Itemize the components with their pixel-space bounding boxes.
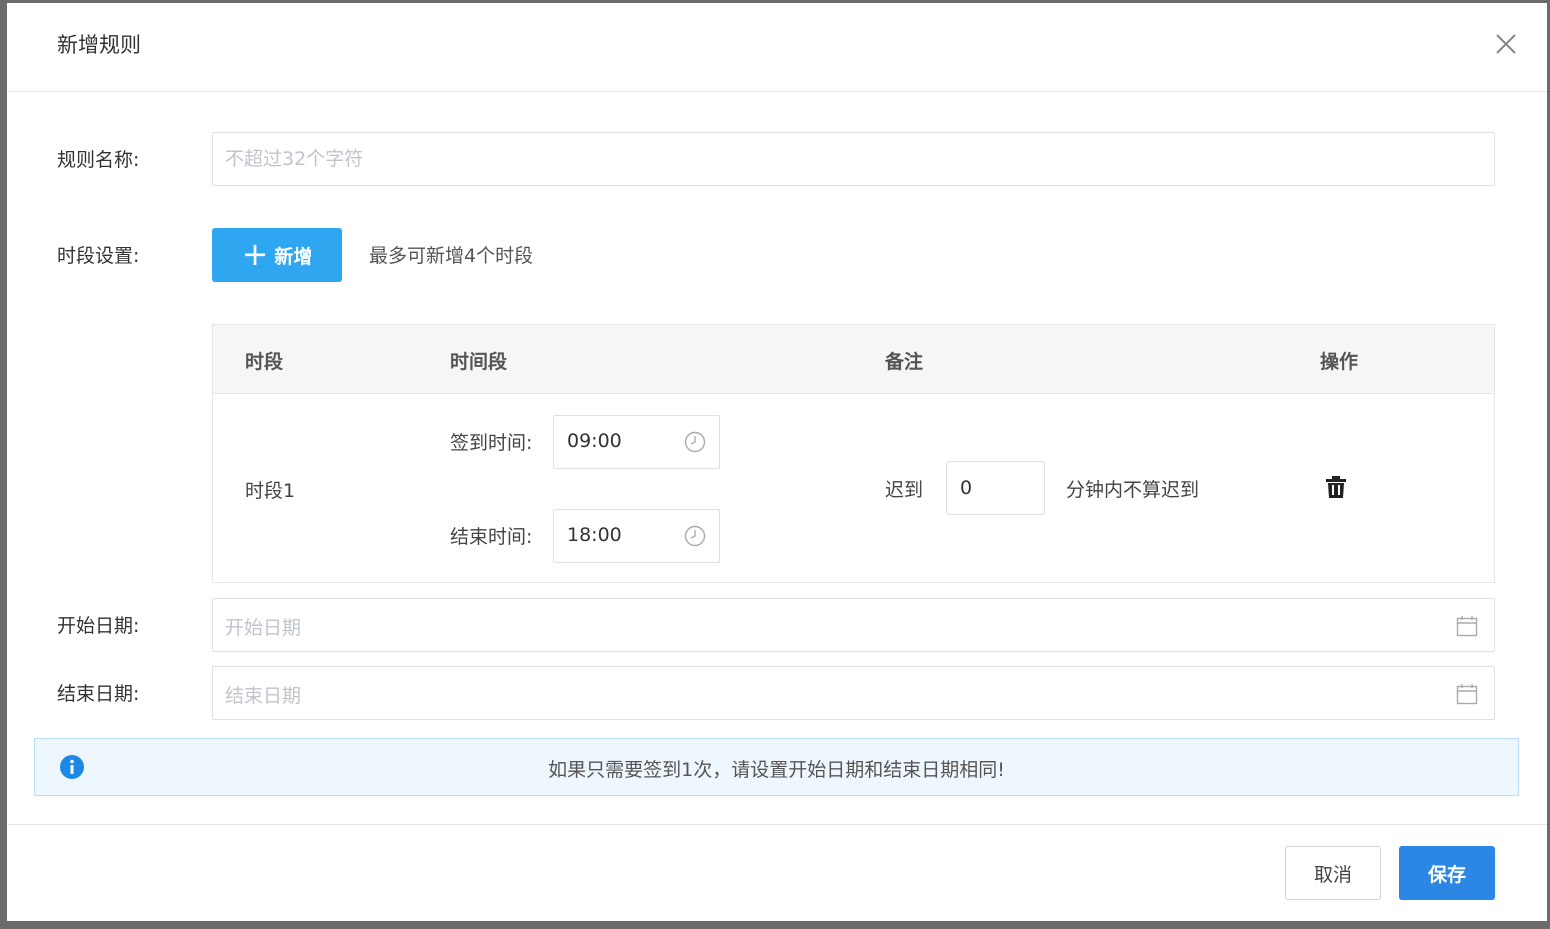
- period-name: 时段1: [245, 480, 296, 502]
- start-date-label: 开始日期:: [57, 615, 140, 637]
- save-button[interactable]: 保存: [1399, 846, 1495, 900]
- checkin-time-label: 签到时间:: [450, 432, 533, 454]
- rule-name-input[interactable]: [212, 132, 1495, 186]
- column-header-remark: 备注: [885, 351, 924, 373]
- add-period-button[interactable]: + 新增: [212, 228, 342, 282]
- end-date-picker[interactable]: 结束日期: [212, 666, 1495, 720]
- table-header: 时段 时间段 备注 操作: [213, 325, 1494, 394]
- plus-icon: +: [241, 234, 269, 273]
- late-suffix-text: 分钟内不算迟到: [1066, 479, 1200, 501]
- footer-divider: [7, 824, 1547, 825]
- dialog-header: 新增规则: [7, 3, 1547, 92]
- late-prefix-text: 迟到: [885, 479, 924, 501]
- late-minutes-input[interactable]: 0: [946, 461, 1045, 515]
- end-time-picker[interactable]: 18:00: [553, 509, 720, 563]
- add-rule-dialog: 新增规则 规则名称: 时段设置: + 新增 最多可新增4个时段 时段 时间段 备…: [7, 3, 1547, 921]
- dialog-title: 新增规则: [57, 33, 141, 57]
- late-minutes-value: 0: [960, 477, 973, 499]
- column-header-period: 时段: [245, 351, 284, 373]
- end-date-label: 结束日期:: [57, 683, 140, 705]
- column-header-time-range: 时间段: [450, 351, 508, 373]
- calendar-icon: [1456, 616, 1478, 637]
- end-time-label: 结束时间:: [450, 526, 533, 548]
- add-period-button-label: 新增: [274, 245, 313, 268]
- checkin-time-picker[interactable]: 09:00: [553, 415, 720, 469]
- info-message: 如果只需要签到1次，请设置开始日期和结束日期相同!: [548, 759, 1005, 781]
- end-date-placeholder: 结束日期: [225, 685, 302, 707]
- end-time-value: 18:00: [567, 524, 622, 546]
- clock-icon: [684, 525, 706, 547]
- close-icon: [1496, 34, 1516, 54]
- start-date-picker[interactable]: 开始日期: [212, 598, 1495, 652]
- close-button[interactable]: [1495, 33, 1517, 55]
- clock-icon: [684, 431, 706, 453]
- period-setting-label: 时段设置:: [57, 245, 140, 267]
- start-date-placeholder: 开始日期: [225, 617, 302, 639]
- column-header-action: 操作: [1320, 351, 1359, 373]
- calendar-icon: [1456, 684, 1478, 705]
- checkin-time-value: 09:00: [567, 430, 622, 452]
- info-alert: 如果只需要签到1次，请设置开始日期和结束日期相同!: [34, 738, 1519, 796]
- add-period-hint: 最多可新增4个时段: [369, 245, 534, 267]
- rule-name-label: 规则名称:: [57, 149, 140, 171]
- trash-icon[interactable]: [1325, 475, 1347, 499]
- cancel-button[interactable]: 取消: [1285, 846, 1381, 900]
- period-table: 时段 时间段 备注 操作 时段1 签到时间: 09:00 结束时间: 18:00: [212, 324, 1495, 583]
